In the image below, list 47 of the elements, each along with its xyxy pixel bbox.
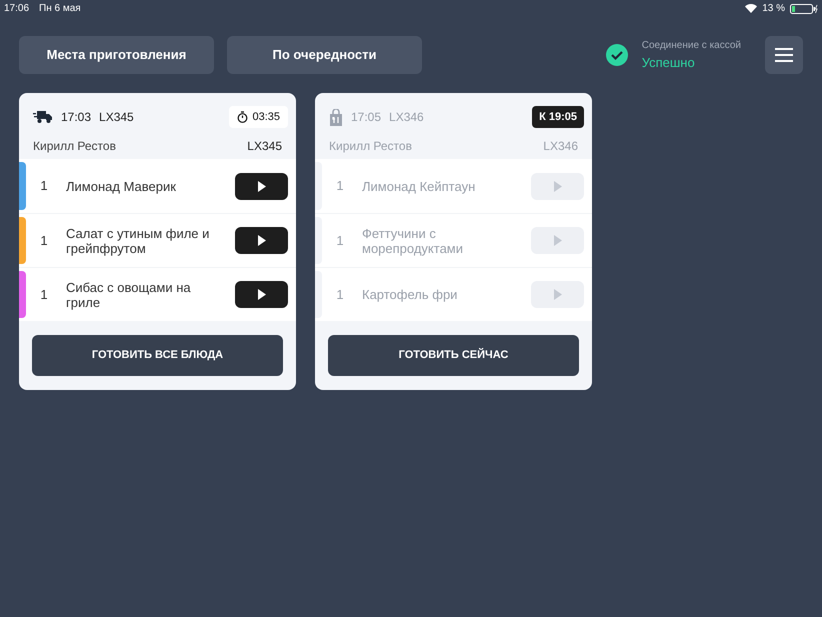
tab-button[interactable]: По очередности [227, 36, 422, 74]
item-name: Лимонад Маверик [65, 178, 177, 196]
customer-name: Кирилл Рестов [329, 138, 412, 155]
timer-text: 03:35 [252, 110, 280, 125]
menu-button[interactable] [765, 36, 803, 74]
item-name: Сибас с овощами на гриле [65, 278, 192, 312]
item-name: Лимонад Кейптаун [361, 178, 476, 196]
clock: 17:06 [4, 2, 30, 16]
stopwatch-icon [237, 111, 248, 123]
deadline-badge: К 19:05 [532, 106, 584, 128]
order-ref: LX346 [543, 138, 578, 155]
tab-button[interactable]: Места приготовления [19, 36, 214, 74]
play-icon [257, 289, 266, 300]
item-qty: 1 [335, 286, 345, 304]
item-name: Картофель фри [361, 286, 458, 304]
bag-icon [329, 108, 343, 126]
menu-icon [775, 48, 793, 62]
play-icon [553, 235, 562, 246]
battery-icon [790, 4, 818, 14]
date: Пн 6 мая [39, 2, 81, 16]
connection-label: Соединение с кассой [642, 38, 741, 53]
item-qty: 1 [39, 232, 49, 250]
item-qty: 1 [335, 232, 345, 250]
check-icon [606, 44, 628, 66]
start-button[interactable] [235, 281, 288, 308]
play-icon [553, 180, 562, 192]
battery-percent: 13 % [762, 2, 785, 16]
truck-icon [33, 110, 53, 124]
wifi-icon [745, 4, 758, 13]
item-name: Феттучини с морепродуктами [361, 224, 464, 258]
start-button[interactable] [235, 227, 288, 254]
order-ref: LX345 [247, 138, 282, 155]
order-code: LX345 [99, 109, 134, 126]
play-icon [553, 289, 562, 300]
order-time: 17:03 [61, 109, 92, 126]
item-qty: 1 [39, 177, 49, 196]
play-icon [257, 235, 266, 246]
order-time: 17:05 [351, 109, 382, 126]
customer-name: Кирилл Рестов [33, 138, 116, 155]
start-button[interactable] [235, 172, 288, 200]
order-code: LX346 [389, 109, 424, 126]
play-icon [257, 180, 266, 192]
item-qty: 1 [39, 286, 49, 304]
cook-button[interactable]: ГОТОВИТЬ ВСЕ БЛЮДА [32, 335, 283, 376]
item-name: Салат с утиным филе и грейпфрутом [65, 224, 210, 258]
item-qty: 1 [335, 177, 345, 196]
connection-status: Успешно [642, 54, 696, 72]
